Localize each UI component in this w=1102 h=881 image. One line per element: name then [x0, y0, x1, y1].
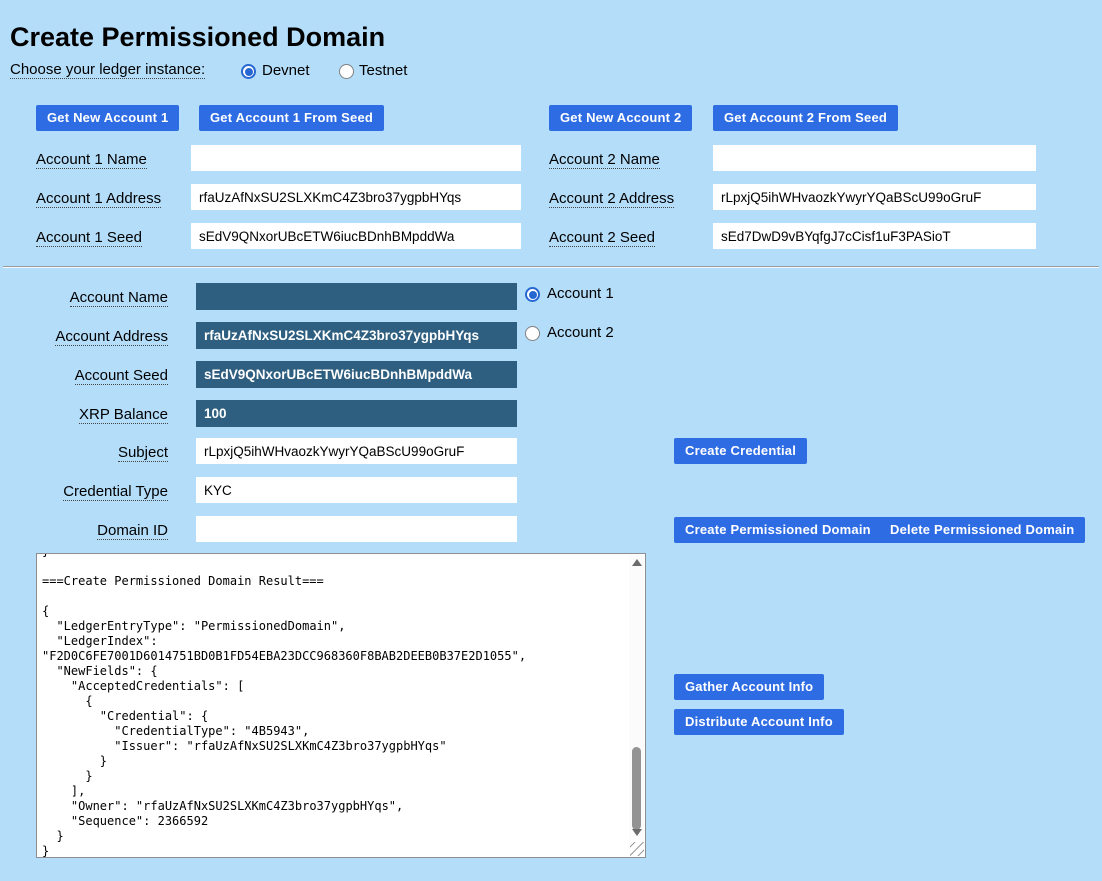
- credential-type-input[interactable]: [196, 477, 517, 503]
- subject-label: Subject: [0, 444, 168, 461]
- domain-id-input[interactable]: [196, 516, 517, 542]
- account-seed-field[interactable]: [196, 361, 517, 388]
- account1-select-label[interactable]: Account 1: [547, 285, 614, 302]
- account2-address-label: Account 2 Address: [549, 190, 674, 207]
- result-text: } ===Create Permissioned Domain Result==…: [37, 553, 645, 858]
- ledger-instance-label: Choose your ledger instance:: [10, 61, 205, 78]
- devnet-radio[interactable]: [241, 64, 256, 79]
- scroll-up-icon[interactable]: [632, 559, 642, 566]
- get-account2-from-seed-button[interactable]: Get Account 2 From Seed: [713, 105, 898, 131]
- section-divider: [3, 266, 1099, 268]
- account2-seed-label: Account 2 Seed: [549, 229, 655, 246]
- gather-account-info-button[interactable]: Gather Account Info: [674, 674, 824, 700]
- account-address-field[interactable]: [196, 322, 517, 349]
- account-address-label: Account Address: [0, 328, 168, 345]
- account1-seed-input[interactable]: [191, 223, 521, 249]
- distribute-account-info-button[interactable]: Distribute Account Info: [674, 709, 844, 735]
- result-textarea[interactable]: } ===Create Permissioned Domain Result==…: [36, 553, 646, 858]
- testnet-radio[interactable]: [339, 64, 354, 79]
- get-new-account2-button[interactable]: Get New Account 2: [549, 105, 692, 131]
- account2-name-label: Account 2 Name: [549, 151, 660, 168]
- account-name-field[interactable]: [196, 283, 517, 310]
- get-account1-from-seed-button[interactable]: Get Account 1 From Seed: [199, 105, 384, 131]
- resize-grip-icon[interactable]: [630, 842, 644, 856]
- credential-type-label: Credential Type: [0, 483, 168, 500]
- account2-select-radio[interactable]: [525, 326, 540, 341]
- account2-name-input[interactable]: [713, 145, 1036, 171]
- domain-id-label: Domain ID: [0, 522, 168, 539]
- scrollbar[interactable]: [629, 555, 644, 840]
- get-new-account1-button[interactable]: Get New Account 1: [36, 105, 179, 131]
- devnet-radio-label[interactable]: Devnet: [262, 62, 310, 79]
- delete-permissioned-domain-button[interactable]: Delete Permissioned Domain: [879, 517, 1085, 543]
- account2-seed-input[interactable]: [713, 223, 1036, 249]
- account1-address-label: Account 1 Address: [36, 190, 161, 207]
- xrp-balance-label: XRP Balance: [0, 406, 168, 423]
- scroll-down-icon[interactable]: [632, 829, 642, 836]
- account2-address-input[interactable]: [713, 184, 1036, 210]
- account-name-label: Account Name: [0, 289, 168, 306]
- xrp-balance-field[interactable]: [196, 400, 517, 427]
- page-title: Create Permissioned Domain: [10, 22, 385, 53]
- account1-select-radio[interactable]: [525, 287, 540, 302]
- subject-input[interactable]: [196, 438, 517, 464]
- scrollbar-thumb[interactable]: [632, 747, 641, 830]
- create-credential-button[interactable]: Create Credential: [674, 438, 807, 464]
- account1-name-input[interactable]: [191, 145, 521, 171]
- account1-seed-label: Account 1 Seed: [36, 229, 142, 246]
- account1-address-input[interactable]: [191, 184, 521, 210]
- page: Create Permissioned Domain Choose your l…: [0, 0, 1102, 881]
- account-seed-label: Account Seed: [0, 367, 168, 384]
- testnet-radio-label[interactable]: Testnet: [359, 62, 407, 79]
- create-permissioned-domain-button[interactable]: Create Permissioned Domain: [674, 517, 882, 543]
- account2-select-label[interactable]: Account 2: [547, 324, 614, 341]
- account1-name-label: Account 1 Name: [36, 151, 147, 168]
